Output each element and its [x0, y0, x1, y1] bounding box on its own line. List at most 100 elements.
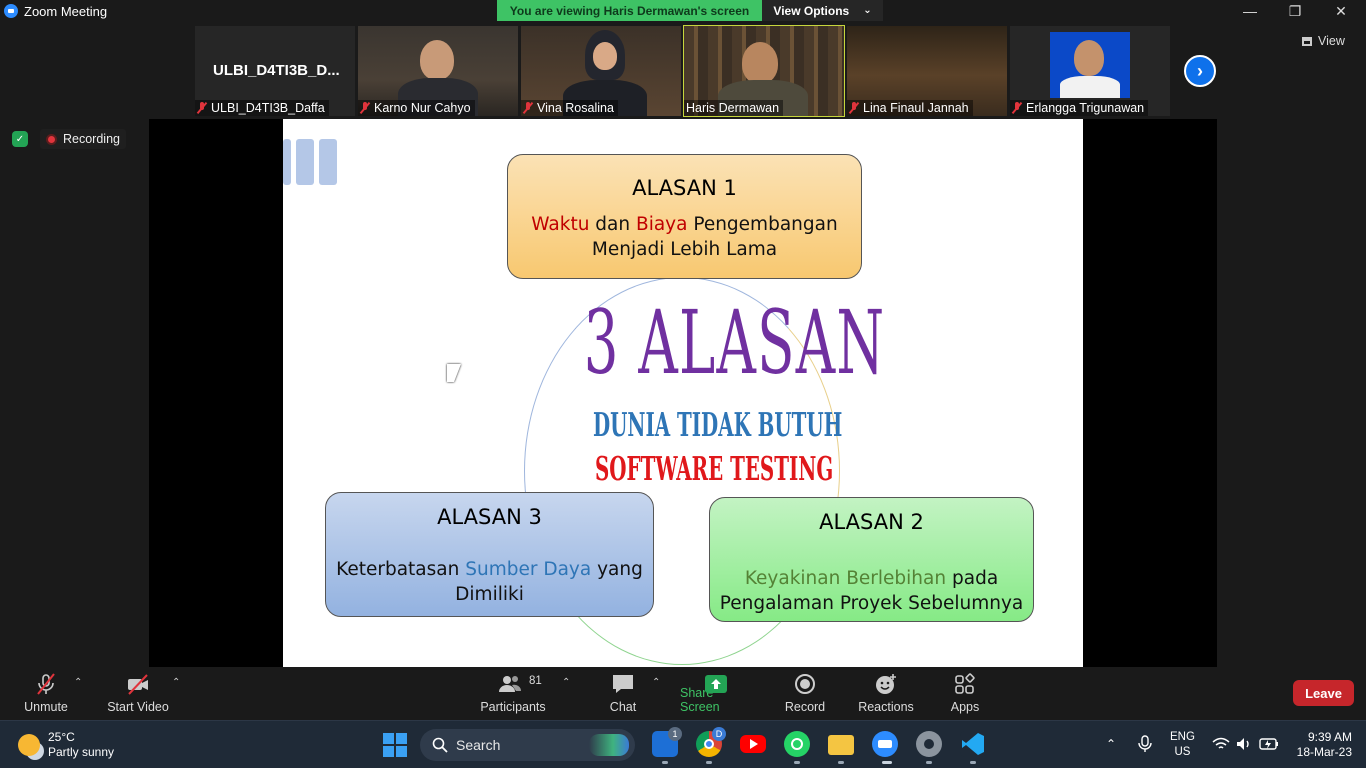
- system-clock[interactable]: 9:39 AM 18-Mar-23: [1290, 730, 1352, 760]
- reason-text-part: yang: [591, 559, 643, 580]
- chat-button[interactable]: Chat: [600, 667, 646, 720]
- apps-icon: [955, 673, 975, 694]
- participant-name: Vina Rosalina: [537, 101, 614, 115]
- mouse-cursor-icon: [447, 364, 461, 382]
- mic-muted-icon: [360, 102, 370, 114]
- windows-start-icon[interactable]: [383, 733, 407, 757]
- close-button[interactable]: ✕: [1318, 0, 1364, 22]
- next-page-button[interactable]: ›: [1184, 55, 1216, 87]
- vscode-icon[interactable]: [960, 731, 986, 757]
- chrome-center-icon: [704, 739, 714, 749]
- record-button[interactable]: Record: [782, 667, 828, 720]
- running-indicator: [662, 761, 668, 764]
- zoom-logo-icon: [4, 4, 18, 18]
- participant-tile[interactable]: ULBI_D4TI3B_D... ULBI_D4TI3B_Daffa: [195, 26, 355, 116]
- participant-name-tag: Erlangga Trigunawan: [1010, 100, 1149, 116]
- minimize-button[interactable]: —: [1227, 0, 1273, 22]
- participant-name: Lina Finaul Jannah: [863, 101, 969, 115]
- gear-center-icon: [924, 739, 934, 749]
- restore-button[interactable]: ❐: [1272, 0, 1318, 22]
- apps-button[interactable]: Apps: [944, 667, 986, 720]
- clock-time: 9:39 AM: [1307, 730, 1352, 744]
- chat-label: Chat: [609, 700, 637, 714]
- participant-name-tag: Lina Finaul Jannah: [847, 100, 973, 116]
- unmute-button[interactable]: Unmute: [16, 667, 76, 720]
- record-label: Record: [784, 700, 826, 714]
- mic-muted-icon: [1012, 102, 1022, 114]
- reason-text-highlight: Keyakinan Berlebihan: [744, 568, 947, 589]
- reason-heading: ALASAN 1: [632, 176, 737, 200]
- todo-badge: 1: [668, 727, 682, 741]
- zoom-taskbar-icon[interactable]: [872, 731, 898, 757]
- youtube-play-icon: [750, 739, 758, 749]
- participants-button[interactable]: 81 Participants: [480, 667, 546, 720]
- reason-box-1: ALASAN 1 Waktu dan Biaya Pengembangan Me…: [507, 154, 862, 279]
- todo-app-icon[interactable]: 1: [652, 727, 682, 757]
- participant-name-tag: Karno Nur Cahyo: [358, 100, 475, 116]
- battery-charging-icon[interactable]: [1259, 737, 1279, 751]
- reason-text-highlight: Biaya: [636, 214, 688, 235]
- participant-tile[interactable]: Karno Nur Cahyo: [358, 26, 518, 116]
- search-placeholder: Search: [456, 737, 501, 753]
- youtube-icon[interactable]: [740, 735, 766, 753]
- reason-box-3: ALASAN 3 Keterbatasan Sumber Daya yang D…: [325, 492, 654, 617]
- wifi-icon[interactable]: [1212, 737, 1230, 751]
- running-indicator: [970, 761, 976, 764]
- view-label: View: [1318, 34, 1345, 48]
- participant-profile-picture: [1050, 32, 1130, 98]
- settings-gear-icon[interactable]: [916, 731, 942, 757]
- partly-sunny-icon: [18, 734, 40, 756]
- reason-text-part: Keterbatasan: [336, 559, 466, 580]
- emoji-plus-icon: [876, 674, 896, 694]
- share-screen-button[interactable]: Share Screen: [680, 667, 752, 720]
- video-options-caret-icon[interactable]: ⌃: [172, 677, 180, 688]
- unmute-label: Unmute: [24, 700, 68, 714]
- file-explorer-icon[interactable]: [828, 735, 854, 755]
- view-options-button[interactable]: View Options ⌄: [762, 0, 883, 21]
- security-shield-icon[interactable]: ✓: [12, 131, 28, 147]
- taskbar-search[interactable]: Search: [420, 729, 635, 761]
- screen-share-banner: You are viewing Haris Dermawan's screen …: [497, 0, 883, 21]
- chevron-down-icon: ⌄: [863, 5, 872, 16]
- participants-icon: [499, 676, 522, 692]
- weather-condition: Partly sunny: [48, 745, 115, 759]
- reason-text-highlight: Sumber Daya: [465, 559, 592, 580]
- reactions-button[interactable]: Reactions: [856, 667, 916, 720]
- decorative-bar: [296, 139, 314, 185]
- reason-text-part: Dimiliki: [455, 584, 524, 605]
- recording-dot-icon: [46, 133, 57, 145]
- clock-date: 18-Mar-23: [1296, 745, 1352, 759]
- participant-tile[interactable]: Vina Rosalina: [521, 26, 681, 116]
- start-video-button[interactable]: Start Video: [104, 667, 172, 720]
- reason-text-part: Menjadi Lebih Lama: [591, 239, 778, 260]
- participant-name: Erlangga Trigunawan: [1026, 101, 1145, 115]
- microphone-tray-icon[interactable]: [1138, 735, 1152, 753]
- decorative-bar: [319, 139, 337, 185]
- volume-icon[interactable]: [1236, 737, 1252, 751]
- reason-text: Keterbatasan Sumber Daya yang Dimiliki: [326, 557, 653, 607]
- language-indicator[interactable]: ENG US: [1170, 730, 1195, 760]
- active-indicator: [882, 761, 892, 764]
- apps-label: Apps: [950, 700, 980, 714]
- participant-video-person: [742, 42, 778, 84]
- view-button[interactable]: View: [1302, 34, 1345, 48]
- participant-tile-active-speaker[interactable]: Haris Dermawan: [683, 25, 845, 117]
- participant-gallery: ULBI_D4TI3B_D... ULBI_D4TI3B_Daffa Karno…: [195, 25, 1175, 117]
- chat-options-caret-icon[interactable]: ⌃: [652, 677, 660, 688]
- participant-name-tag: ULBI_D4TI3B_Daffa: [195, 100, 329, 116]
- weather-widget[interactable]: 25°C Partly sunny: [18, 730, 114, 760]
- record-icon: [795, 674, 815, 694]
- participant-tile[interactable]: Lina Finaul Jannah: [847, 26, 1007, 116]
- participant-tile[interactable]: Erlangga Trigunawan: [1010, 26, 1170, 116]
- whatsapp-icon[interactable]: [784, 731, 810, 757]
- language-code: ENG: [1170, 731, 1195, 743]
- audio-options-caret-icon[interactable]: ⌃: [74, 677, 82, 688]
- chrome-icon[interactable]: D: [696, 727, 726, 757]
- leave-button[interactable]: Leave: [1293, 680, 1354, 706]
- whatsapp-phone-icon: [791, 738, 803, 750]
- tray-overflow-caret-icon[interactable]: ⌃: [1106, 737, 1116, 751]
- participants-options-caret-icon[interactable]: ⌃: [562, 677, 570, 688]
- recording-indicator[interactable]: Recording: [40, 129, 126, 149]
- running-indicator: [838, 761, 844, 764]
- region-code: US: [1174, 746, 1191, 758]
